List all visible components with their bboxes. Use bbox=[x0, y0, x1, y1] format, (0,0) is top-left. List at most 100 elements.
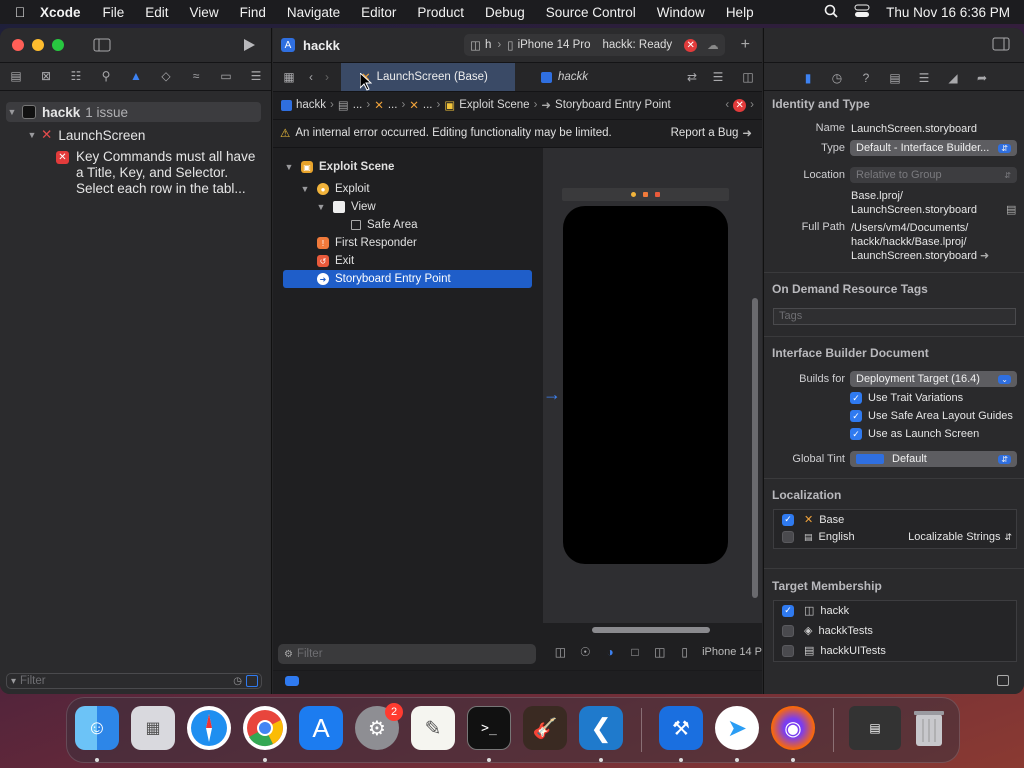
location-popup[interactable]: Relative to Group ⇵ bbox=[850, 167, 1017, 183]
spotlight-search-icon[interactable] bbox=[824, 4, 838, 21]
localization-base-row[interactable]: ✓ ✕ Base bbox=[782, 513, 844, 526]
menu-editor[interactable]: Editor bbox=[361, 5, 396, 20]
close-window-button[interactable] bbox=[12, 39, 24, 51]
vscode-icon[interactable]: ❮ bbox=[579, 706, 623, 750]
debug-spray-icon[interactable]: ≈ bbox=[188, 68, 204, 84]
scene-row-safe-area[interactable]: Safe Area bbox=[351, 216, 600, 234]
device-config-label[interactable]: iPhone 14 P bbox=[702, 646, 762, 658]
recent-clock-icon[interactable]: ◷ bbox=[233, 676, 242, 687]
scene-row-first-responder[interactable]: ! First Responder bbox=[317, 234, 566, 252]
menu-window[interactable]: Window bbox=[657, 5, 705, 20]
menu-edit[interactable]: Edit bbox=[145, 5, 168, 20]
hierarchy-icon[interactable]: ☷ bbox=[68, 68, 84, 84]
debug-area-toggle-icon[interactable] bbox=[285, 676, 299, 686]
test-diamond-icon[interactable]: ◇ bbox=[158, 68, 174, 84]
garageband-icon[interactable]: 🎸 bbox=[523, 706, 567, 750]
breadcrumb-base[interactable]: ... bbox=[423, 99, 433, 111]
localization-english-row[interactable]: ▤ English Localizable Strings ⇵ bbox=[782, 531, 1018, 543]
size-inspector-icon[interactable]: ◢ bbox=[945, 70, 961, 86]
source-control-icon[interactable]: ⊠ bbox=[38, 68, 54, 84]
menu-help[interactable]: Help bbox=[726, 5, 754, 20]
downloads-stack-icon[interactable]: ▤ bbox=[849, 706, 901, 750]
breadcrumb-folder[interactable]: ... bbox=[353, 99, 363, 111]
safari-icon[interactable] bbox=[187, 706, 231, 750]
checkbox-checked-icon[interactable]: ✓ bbox=[782, 513, 794, 526]
split-editor-icon[interactable]: ◫ bbox=[740, 69, 756, 85]
checkbox-checked-icon[interactable]: ✓ bbox=[782, 604, 794, 617]
app-store-icon[interactable]: A bbox=[299, 706, 343, 750]
swap-arrows-icon[interactable]: ⇄ bbox=[684, 69, 700, 85]
help-icon[interactable]: ? bbox=[858, 70, 874, 86]
navigator-filter-field[interactable]: ▾ Filter ◷ bbox=[6, 673, 262, 689]
warning-issue-icon[interactable]: ▲ bbox=[128, 68, 144, 84]
breadcrumb-project[interactable]: hackk bbox=[296, 99, 326, 111]
outline-filter-field[interactable]: ⚙ Filter bbox=[278, 644, 536, 664]
apple-icon[interactable]:  bbox=[0, 4, 40, 20]
identity-inspector-icon[interactable]: ▤ bbox=[887, 70, 903, 86]
checkbox-unchecked-icon[interactable] bbox=[782, 644, 794, 657]
orientation-icon[interactable]: □ bbox=[628, 644, 643, 660]
tab-hackk[interactable]: hackk bbox=[515, 63, 607, 91]
canvas-horizontal-scrollbar[interactable] bbox=[592, 627, 710, 633]
entry-point-arrow-icon[interactable]: → bbox=[543, 384, 561, 405]
dock-viewcontroller-icon[interactable] bbox=[631, 192, 636, 197]
report-icon[interactable]: ☰ bbox=[248, 68, 264, 84]
menu-find[interactable]: Find bbox=[240, 5, 266, 20]
breadcrumb-entry[interactable]: Storyboard Entry Point bbox=[555, 99, 671, 111]
folder-browse-icon[interactable]: ▤ bbox=[1006, 203, 1016, 216]
scene-row-exploit[interactable]: ▼ ● Exploit bbox=[299, 180, 548, 198]
full-path-value[interactable]: /Users/vm4/Documents/ hackk/hackk/Base.l… bbox=[851, 221, 989, 263]
connections-inspector-icon[interactable]: ➦ bbox=[974, 70, 990, 86]
issues-filter-icon[interactable] bbox=[246, 675, 258, 687]
inspector-toggle-icon[interactable] bbox=[992, 37, 1010, 54]
menubar-clock[interactable]: Thu Nov 16 6:36 PM bbox=[886, 5, 1010, 20]
menu-navigate[interactable]: Navigate bbox=[287, 5, 340, 20]
report-arrow-icon[interactable]: ➜ bbox=[742, 126, 752, 140]
add-tab-icon[interactable]: + bbox=[741, 36, 750, 54]
report-bug-link[interactable]: Report a Bug bbox=[671, 127, 739, 139]
launchpad-icon[interactable]: ▦ bbox=[131, 706, 175, 750]
split-view-icon[interactable]: ◫ bbox=[652, 644, 667, 660]
breadcrumb-prev-icon[interactable]: ‹ bbox=[725, 99, 729, 111]
cloud-icon[interactable]: ☁ bbox=[707, 38, 719, 52]
scene-row-exploit-scene[interactable]: ▼ ▣ Exploit Scene bbox=[283, 158, 532, 176]
issue-project-row[interactable]: ▼ hackk 1 issue bbox=[6, 102, 261, 122]
breadcrumb-error-icon[interactable]: ✕ bbox=[733, 98, 747, 112]
disclosure-open-icon[interactable]: ▼ bbox=[26, 130, 38, 140]
scene-dock-bar[interactable] bbox=[562, 188, 729, 201]
appearance-icon[interactable]: ◑ bbox=[603, 644, 618, 660]
finder-icon[interactable]: ☺ bbox=[75, 706, 119, 750]
target-row-hackktests[interactable]: ◈ hackkTests bbox=[782, 624, 873, 637]
builds-for-popup[interactable]: Deployment Target (16.4) ⌄ bbox=[850, 371, 1017, 387]
tags-input[interactable]: Tags bbox=[773, 308, 1016, 325]
search-icon[interactable]: ⚲ bbox=[98, 68, 114, 84]
dock-exit-icon[interactable] bbox=[655, 192, 660, 197]
folder-icon[interactable]: ▤ bbox=[8, 68, 24, 84]
destination-name[interactable]: iPhone 14 Pro bbox=[518, 39, 591, 51]
disclosure-open-icon[interactable]: ▼ bbox=[6, 107, 18, 117]
scene-row-entry-point[interactable]: ➜ Storyboard Entry Point bbox=[283, 270, 532, 288]
xcode-icon[interactable]: ⚒ bbox=[659, 706, 703, 750]
name-value[interactable]: LaunchScreen.storyboard bbox=[851, 122, 977, 136]
textedit-icon[interactable]: ✎ bbox=[411, 706, 455, 750]
disclosure-open-icon[interactable]: ▼ bbox=[299, 184, 311, 194]
grid-layout-icon[interactable]: ▦ bbox=[281, 69, 297, 85]
run-button-icon[interactable] bbox=[241, 37, 257, 53]
breadcrumb-storyboard[interactable]: ... bbox=[388, 99, 398, 111]
use-safe-area-checkbox[interactable]: ✓ Use Safe Area Layout Guides bbox=[850, 410, 1013, 422]
menu-view[interactable]: View bbox=[190, 5, 219, 20]
scheme-name[interactable]: h bbox=[485, 39, 491, 51]
target-row-hackk[interactable]: ✓ ◫ hackk bbox=[782, 604, 849, 617]
global-tint-popup[interactable]: Default ⇵ bbox=[850, 451, 1017, 467]
firefox-icon[interactable]: ◉ bbox=[771, 706, 815, 750]
forward-arrow-icon[interactable]: › bbox=[319, 69, 335, 85]
checkbox-unchecked-icon[interactable] bbox=[782, 624, 794, 637]
target-row-hackkuitests[interactable]: ▤ hackkUITests bbox=[782, 644, 886, 657]
terminal-icon[interactable]: >_ bbox=[467, 706, 511, 750]
scheme-destination-bar[interactable]: ◫ h › ▯ iPhone 14 Pro hackk: Ready ✕ ☁ bbox=[464, 34, 725, 56]
menu-source-control[interactable]: Source Control bbox=[546, 5, 636, 20]
type-popup[interactable]: Default - Interface Builder... ⇵ bbox=[850, 140, 1017, 156]
loc-strings-value[interactable]: Localizable Strings bbox=[908, 531, 1000, 543]
use-trait-variations-checkbox[interactable]: ✓ Use Trait Variations bbox=[850, 392, 963, 404]
iphone-screen-preview[interactable] bbox=[563, 206, 728, 564]
